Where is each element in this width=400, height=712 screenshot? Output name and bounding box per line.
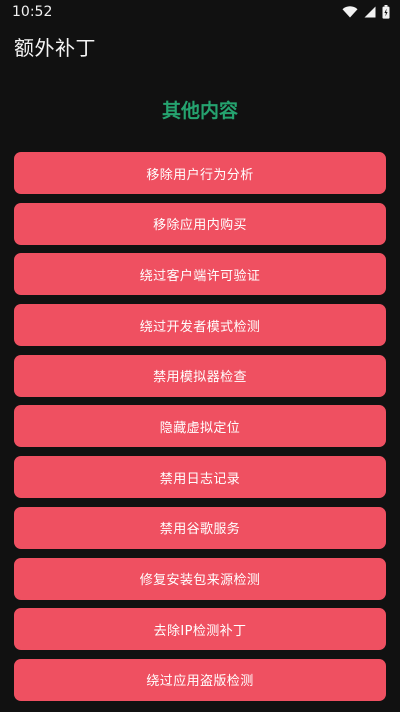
section-title: 其他内容 bbox=[161, 100, 238, 122]
wifi-icon bbox=[342, 6, 358, 18]
status-bar: 10:52 bbox=[0, 0, 400, 24]
disable-emulator-check-button[interactable]: 禁用模拟器检查 bbox=[14, 354, 386, 397]
remove-user-analytics-button[interactable]: 移除用户行为分析 bbox=[14, 152, 386, 194]
patch-button-list: 移除用户行为分析 移除应用内购买 绕过客户端许可验证 绕过开发者模式检测 禁用模… bbox=[14, 152, 386, 710]
remove-ip-detection-patch-button[interactable]: 去除IP检测补丁 bbox=[14, 608, 386, 651]
fix-install-source-detection-button[interactable]: 修复安装包来源检测 bbox=[14, 557, 386, 600]
remove-in-app-purchase-button[interactable]: 移除应用内购买 bbox=[14, 202, 386, 245]
disable-logging-button[interactable]: 禁用日志记录 bbox=[14, 456, 386, 499]
hide-mock-location-button[interactable]: 隐藏虚拟定位 bbox=[14, 405, 386, 448]
bypass-developer-mode-detection-button[interactable]: 绕过开发者模式检测 bbox=[14, 304, 386, 347]
disable-google-services-button[interactable]: 禁用谷歌服务 bbox=[14, 506, 386, 549]
bypass-piracy-detection-button[interactable]: 绕过应用盗版检测 bbox=[14, 658, 386, 701]
app-title: 额外补丁 bbox=[14, 35, 96, 60]
status-icons bbox=[342, 5, 390, 19]
status-time: 10:52 bbox=[12, 4, 53, 20]
bypass-license-verification-button[interactable]: 绕过客户端许可验证 bbox=[14, 253, 386, 296]
signal-icon bbox=[364, 6, 376, 18]
app-bar: 额外补丁 bbox=[0, 24, 400, 68]
battery-icon bbox=[382, 5, 390, 19]
